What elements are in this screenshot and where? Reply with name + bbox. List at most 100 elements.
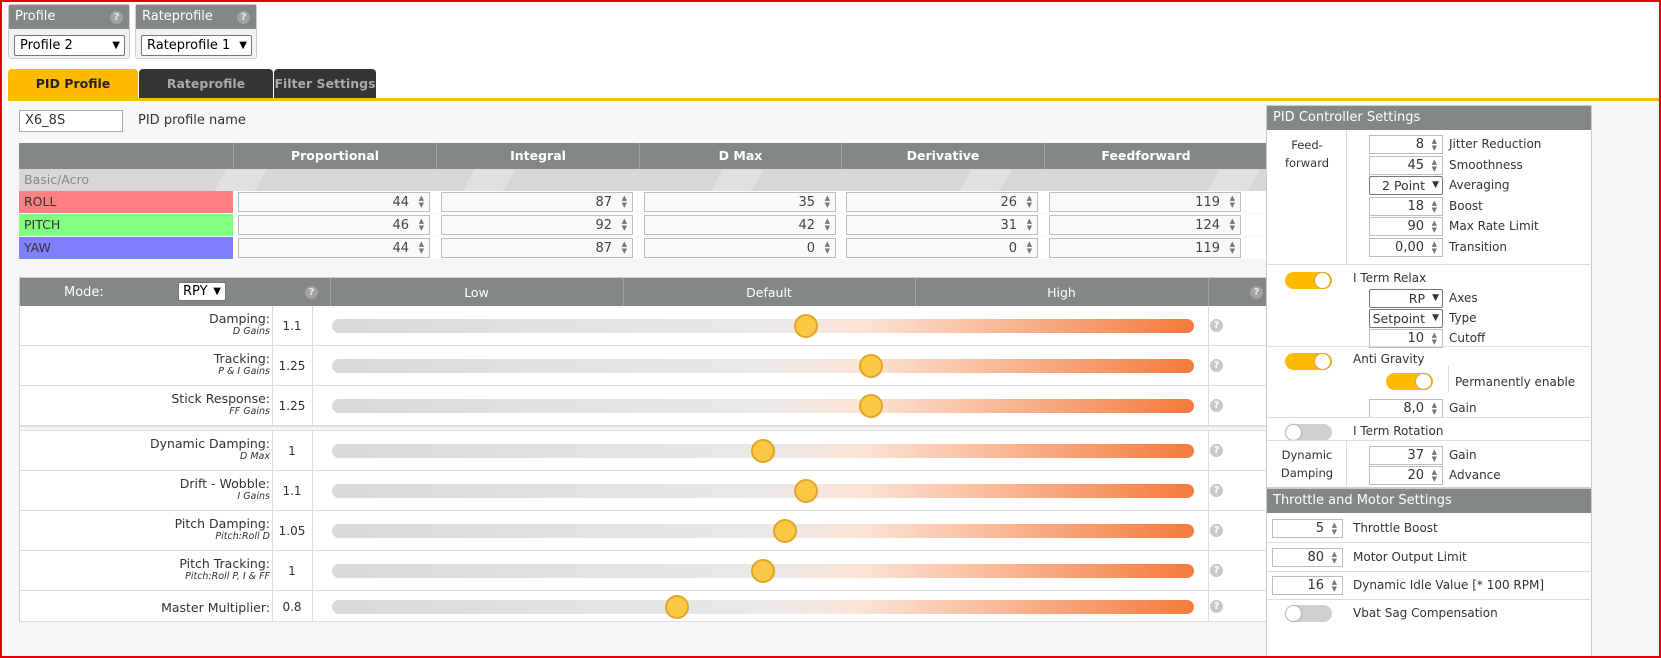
spinner-icon[interactable]: ▲ ▼	[1024, 241, 1032, 255]
spinner-icon[interactable]: ▲ ▼	[1024, 195, 1032, 209]
pid-input-pitch-feedforward[interactable]: 124 ▲ ▼	[1049, 215, 1241, 235]
spinner-icon[interactable]: ▲ ▼	[1429, 138, 1437, 152]
slider-track[interactable]	[332, 354, 1194, 378]
slider-handle[interactable]	[858, 394, 883, 418]
slider-label: Drift - Wobble:	[179, 476, 270, 491]
permanently-enable-toggle[interactable]	[1386, 373, 1433, 390]
slider-handle[interactable]	[858, 354, 883, 378]
boost-input[interactable]: 18 ▲ ▼	[1369, 196, 1443, 216]
spinner-icon[interactable]: ▲ ▼	[1227, 241, 1235, 255]
spinner-icon[interactable]: ▲ ▼	[1429, 402, 1437, 416]
pid-input-roll-feedforward[interactable]: 119 ▲ ▼	[1049, 192, 1241, 212]
slider-track[interactable]	[332, 394, 1194, 418]
spinner-icon[interactable]: ▲ ▼	[822, 195, 830, 209]
help-icon[interactable]: ?	[1210, 399, 1223, 412]
iterm-relax-toggle[interactable]	[1285, 272, 1332, 289]
slider-track[interactable]	[332, 559, 1194, 583]
smoothness-input[interactable]: 45 ▲ ▼	[1369, 155, 1443, 175]
motor-output-limit-input[interactable]: 80 ▲ ▼	[1272, 548, 1343, 567]
help-icon[interactable]: ?	[1210, 564, 1223, 577]
tab-rateprofile-settings[interactable]: Rateprofile Settings	[139, 69, 273, 121]
spinner-icon[interactable]: ▲ ▼	[416, 195, 424, 209]
spinner-icon[interactable]: ▲ ▼	[1429, 199, 1437, 214]
help-icon[interactable]: ?	[1210, 359, 1223, 372]
iterm-rotation-toggle[interactable]	[1285, 424, 1332, 441]
spinner-icon[interactable]: ▲ ▼	[1429, 332, 1437, 346]
dynamic-idle-input[interactable]: 16 ▲ ▼	[1272, 576, 1343, 595]
mode-select[interactable]: RPY ▼	[178, 282, 226, 301]
help-icon[interactable]: ?	[1210, 319, 1223, 332]
tab-pid-profile-settings[interactable]: PID Profile Settings	[8, 69, 138, 121]
pid-input-pitch-proportional[interactable]: 46 ▲ ▼	[238, 215, 430, 235]
spinner-icon[interactable]: ▲ ▼	[1329, 522, 1337, 536]
anti-gravity-toggle[interactable]	[1285, 353, 1332, 370]
slider-track[interactable]	[332, 594, 1194, 619]
spinner-icon[interactable]: ▲ ▼	[619, 195, 627, 209]
averaging-value: 2 Point	[1382, 178, 1425, 193]
pid-input-roll-dmax[interactable]: 35 ▲ ▼	[644, 192, 836, 212]
spinner-icon[interactable]: ▲ ▼	[1429, 240, 1437, 255]
spinner-icon[interactable]: ▲ ▼	[1227, 195, 1235, 209]
slider-handle[interactable]	[751, 559, 775, 583]
spinner-icon[interactable]: ▲ ▼	[1329, 579, 1337, 593]
slider-handle[interactable]	[794, 479, 819, 503]
iterm-relax-type-select[interactable]: Setpoint ▼	[1369, 309, 1443, 328]
help-icon[interactable]: ?	[305, 286, 318, 299]
help-icon[interactable]: ?	[1210, 599, 1223, 613]
spinner-icon[interactable]: ▲ ▼	[1429, 449, 1437, 463]
spinner-icon[interactable]: ▲ ▼	[619, 241, 627, 255]
spinner-icon[interactable]: ▲ ▼	[822, 218, 830, 232]
help-icon[interactable]: ?	[237, 11, 250, 24]
spinner-icon[interactable]: ▲ ▼	[416, 218, 424, 232]
throttle-boost-input[interactable]: 5 ▲ ▼	[1272, 519, 1343, 538]
help-icon[interactable]: ?	[1250, 286, 1263, 299]
pid-input-roll-proportional[interactable]: 44 ▲ ▼	[238, 192, 430, 212]
slider-handle[interactable]	[751, 439, 775, 463]
dynamic-damping-gain-input[interactable]: 37 ▲ ▼	[1369, 446, 1443, 465]
pid-input-pitch-dmax[interactable]: 42 ▲ ▼	[644, 215, 836, 235]
vbat-sag-toggle[interactable]	[1285, 605, 1332, 622]
pid-input-yaw-derivative[interactable]: 0 ▲ ▼	[846, 238, 1038, 258]
help-icon[interactable]: ?	[110, 11, 123, 24]
spinner-icon[interactable]: ▲ ▼	[1429, 158, 1437, 173]
slider-track[interactable]	[332, 314, 1194, 338]
pid-input-pitch-derivative[interactable]: 31 ▲ ▼	[846, 215, 1038, 235]
basic-acro-group: Basic/Acro	[19, 169, 1308, 191]
jitter-reduction-value: 8	[1415, 137, 1424, 152]
jitter-reduction-input[interactable]: 8 ▲ ▼	[1369, 135, 1443, 154]
spinner-icon[interactable]: ▲ ▼	[619, 218, 627, 232]
pid-input-yaw-feedforward[interactable]: 119 ▲ ▼	[1049, 238, 1241, 258]
help-icon[interactable]: ?	[1210, 524, 1223, 537]
slider-handle[interactable]	[664, 594, 689, 619]
tab-filter-settings[interactable]: Filter Settings	[274, 69, 376, 99]
pid-input-roll-derivative[interactable]: 26 ▲ ▼	[846, 192, 1038, 212]
slider-handle[interactable]	[794, 314, 819, 338]
pid-input-yaw-proportional[interactable]: 44 ▲ ▼	[238, 238, 430, 258]
spinner-icon[interactable]: ▲ ▼	[1429, 469, 1437, 483]
rateprofile-select[interactable]: Rateprofile 1 ▼	[141, 35, 252, 56]
pid-profile-name-input[interactable]: X6_8S	[19, 110, 123, 132]
spinner-icon[interactable]: ▲ ▼	[822, 241, 830, 255]
spinner-icon[interactable]: ▲ ▼	[416, 241, 424, 255]
spinner-icon[interactable]: ▲ ▼	[1329, 551, 1337, 565]
pid-input-yaw-dmax[interactable]: 0 ▲ ▼	[644, 238, 836, 258]
averaging-select[interactable]: 2 Point ▼	[1369, 176, 1443, 195]
dynamic-damping-advance-input[interactable]: 20 ▲ ▼	[1369, 466, 1443, 485]
help-icon[interactable]: ?	[1210, 444, 1223, 457]
anti-gravity-gain-input[interactable]: 8,0 ▲ ▼	[1369, 399, 1443, 418]
spinner-icon[interactable]: ▲ ▼	[1024, 218, 1032, 232]
pid-input-yaw-integral[interactable]: 87 ▲ ▼	[441, 238, 633, 258]
slider-track[interactable]	[332, 479, 1194, 503]
pid-input-roll-integral[interactable]: 87 ▲ ▼	[441, 192, 633, 212]
slider-handle[interactable]	[772, 519, 797, 543]
max-rate-limit-input[interactable]: 90 ▲ ▼	[1369, 217, 1443, 236]
transition-input[interactable]: 0,00 ▲ ▼	[1369, 237, 1443, 257]
help-icon[interactable]: ?	[1210, 484, 1223, 497]
iterm-relax-axes-select[interactable]: RP ▼	[1369, 289, 1443, 308]
slider-track[interactable]	[332, 519, 1194, 543]
spinner-icon[interactable]: ▲ ▼	[1227, 218, 1235, 232]
profile-select[interactable]: Profile 2 ▼	[14, 35, 125, 56]
spinner-icon[interactable]: ▲ ▼	[1429, 220, 1437, 234]
slider-track[interactable]	[332, 439, 1194, 463]
pid-input-pitch-integral[interactable]: 92 ▲ ▼	[441, 215, 633, 235]
